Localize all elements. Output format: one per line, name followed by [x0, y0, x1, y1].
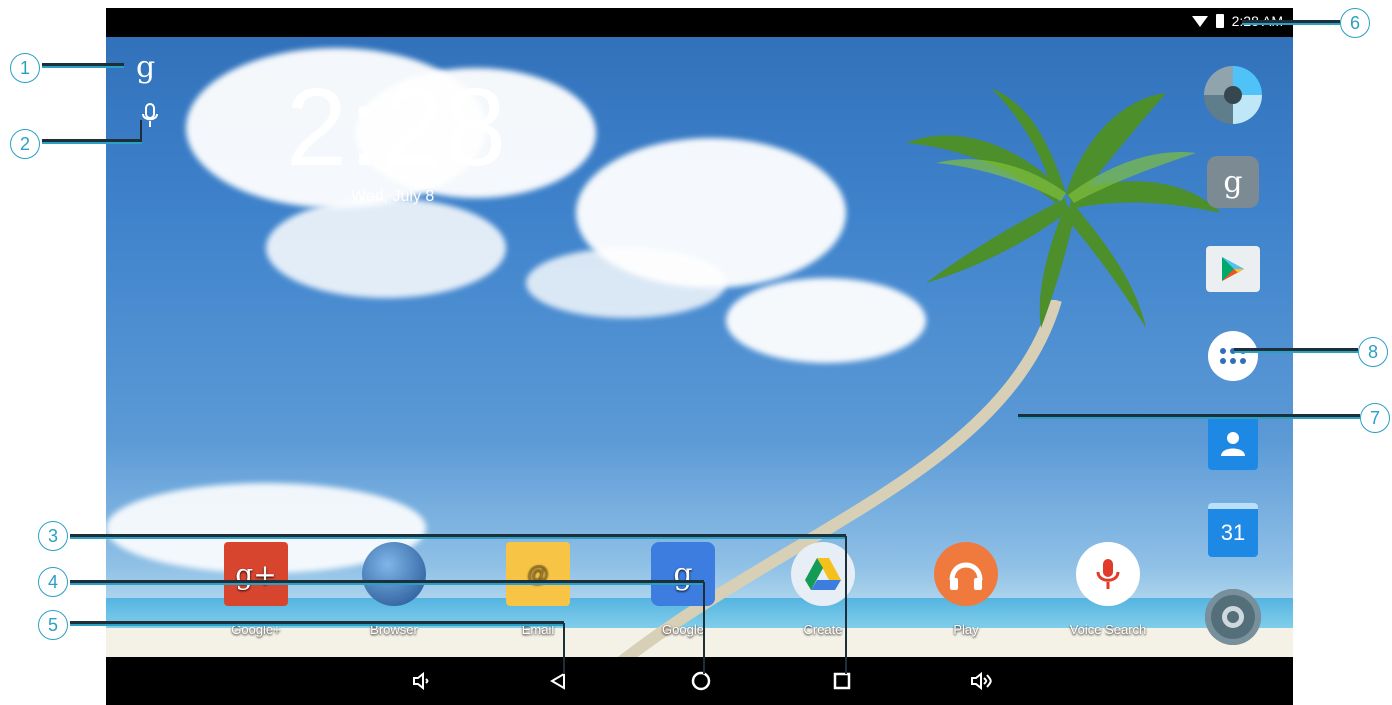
calendar-icon: 31	[1208, 503, 1258, 557]
globe-icon	[362, 542, 426, 606]
google-settings-icon: g	[1207, 156, 1259, 208]
app-label: Create	[803, 622, 843, 637]
callout-3: 3	[38, 521, 68, 551]
callout-3-leader-v	[845, 536, 847, 674]
home-icon[interactable]	[686, 666, 716, 696]
callout-7: 7	[1360, 403, 1390, 433]
app-label: Play	[953, 622, 979, 637]
callout-4: 4	[38, 567, 68, 597]
right-app-rail: g 31	[1201, 63, 1265, 672]
cloud	[266, 198, 506, 298]
callout-5-leader	[70, 621, 564, 626]
app-play-store[interactable]	[1201, 237, 1265, 301]
microphone-icon[interactable]	[140, 103, 160, 129]
wifi-icon	[1191, 15, 1208, 27]
callout-8-leader	[1234, 348, 1358, 353]
callout-6-leader	[1242, 20, 1340, 25]
settings-gear-icon	[1205, 589, 1261, 645]
app-camera[interactable]	[1201, 63, 1265, 127]
camera-icon	[1204, 66, 1262, 124]
tablet-screen: 2:28 AM g 2:28 Wed, July 8 g+ Google+ Br…	[106, 8, 1293, 705]
callout-8: 8	[1358, 337, 1388, 367]
calendar-day: 31	[1220, 520, 1246, 545]
callout-7-leader	[1018, 414, 1360, 419]
volume-down-icon[interactable]	[406, 666, 436, 696]
google-search-icon[interactable]: g	[136, 50, 155, 85]
email-icon: @	[506, 542, 570, 606]
clock-time[interactable]: 2:28	[286, 73, 508, 183]
microphone-icon	[1076, 542, 1140, 606]
callout-2-leader	[42, 139, 142, 144]
callout-5-leader-v	[563, 623, 565, 674]
google-plus-icon: g+	[224, 542, 288, 606]
apps-grid-icon	[1208, 331, 1258, 381]
callout-3-leader	[70, 534, 846, 539]
palm-tree-leaves	[906, 88, 1221, 328]
callout-2-leader-v	[140, 120, 142, 140]
back-icon[interactable]	[543, 666, 573, 696]
callout-1-leader	[42, 63, 124, 68]
callout-4-leader	[70, 580, 704, 585]
all-apps-button[interactable]	[1201, 324, 1265, 388]
status-bar: 2:28 AM	[106, 8, 1293, 37]
play-store-icon	[1206, 246, 1260, 292]
callout-1: 1	[10, 53, 40, 83]
app-label: Google	[662, 622, 704, 637]
app-voice-search[interactable]: Voice Search	[1063, 542, 1153, 637]
recents-icon[interactable]	[827, 666, 857, 696]
app-google-settings[interactable]: g	[1201, 150, 1265, 214]
app-label: Voice Search	[1069, 622, 1147, 637]
google-search-icon: g	[651, 542, 715, 606]
app-contacts[interactable]	[1201, 411, 1265, 475]
navigation-bar	[106, 657, 1293, 705]
app-google[interactable]: g Google	[638, 542, 728, 637]
app-play[interactable]: Play	[921, 542, 1011, 637]
app-create[interactable]: Create	[778, 542, 868, 637]
volume-up-icon[interactable]	[966, 666, 996, 696]
app-settings[interactable]	[1201, 585, 1265, 649]
app-calendar[interactable]: 31	[1201, 498, 1265, 562]
callout-6: 6	[1340, 8, 1370, 38]
callout-2: 2	[10, 129, 40, 159]
contacts-icon	[1208, 416, 1258, 470]
callout-5: 5	[38, 610, 68, 640]
callout-4-leader-v	[703, 582, 705, 674]
battery-icon	[1215, 14, 1224, 28]
headphones-icon	[934, 542, 998, 606]
clock-date: Wed, July 8	[351, 188, 435, 205]
